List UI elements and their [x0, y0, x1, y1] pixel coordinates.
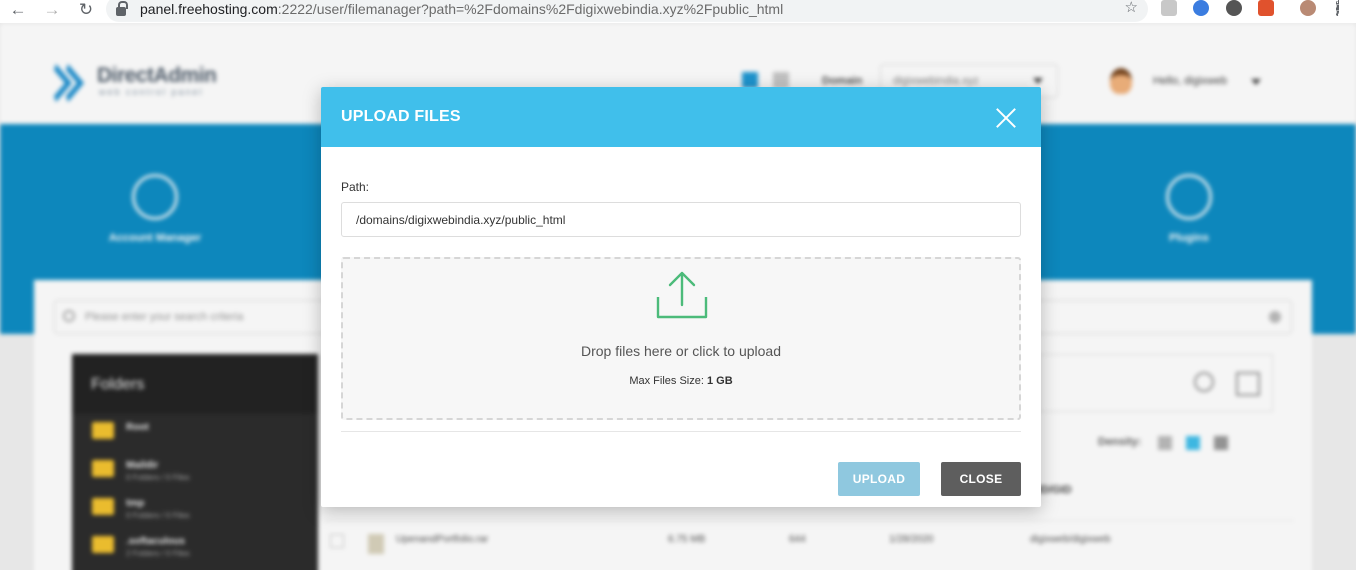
bookmark-star-icon[interactable]: ☆	[1125, 0, 1138, 16]
reload-icon[interactable]: ↻	[72, 0, 100, 20]
address-bar[interactable]: panel.freehosting.com:2222/user/filemana…	[106, 0, 1148, 22]
wordpress-extension-icon[interactable]	[1226, 0, 1242, 16]
max-size-value: 1 GB	[706, 375, 733, 387]
extension-icon[interactable]	[1161, 0, 1177, 16]
dialog-header: UPLOAD FILES	[321, 87, 1041, 147]
upload-button[interactable]: UPLOAD	[838, 462, 920, 496]
profile-avatar[interactable]	[1300, 0, 1316, 16]
lock-icon	[116, 0, 128, 16]
upload-icon	[656, 271, 708, 319]
upload-files-dialog: UPLOAD FILES Path: Drop files here or cl…	[321, 87, 1041, 507]
red-extension-icon[interactable]	[1258, 0, 1274, 16]
url-path: :2222/user/filemanager?path=%2Fdomains%2…	[277, 1, 784, 17]
back-arrow-icon[interactable]: ←	[4, 0, 32, 20]
link-extension-icon[interactable]	[1193, 0, 1209, 16]
upload-dropzone[interactable]: Drop files here or click to upload Max F…	[341, 257, 1021, 420]
url-host: panel.freehosting.com	[140, 1, 278, 17]
dialog-divider	[341, 431, 1021, 432]
max-file-size: Max Files Size: 1 GB	[343, 375, 1019, 387]
close-icon[interactable]	[996, 108, 1016, 128]
path-input[interactable]	[341, 202, 1021, 237]
forward-arrow-icon[interactable]: →	[38, 0, 66, 20]
menu-dots-icon[interactable]	[1336, 0, 1340, 16]
path-label: Path:	[341, 180, 370, 194]
dialog-title: UPLOAD FILES	[341, 108, 461, 125]
dropzone-text: Drop files here or click to upload	[581, 343, 781, 359]
close-button[interactable]: CLOSE	[941, 462, 1021, 496]
max-size-label: Max Files Size:	[629, 375, 704, 387]
browser-toolbar: ← → ↻ panel.freehosting.com:2222/user/fi…	[0, 0, 1356, 24]
